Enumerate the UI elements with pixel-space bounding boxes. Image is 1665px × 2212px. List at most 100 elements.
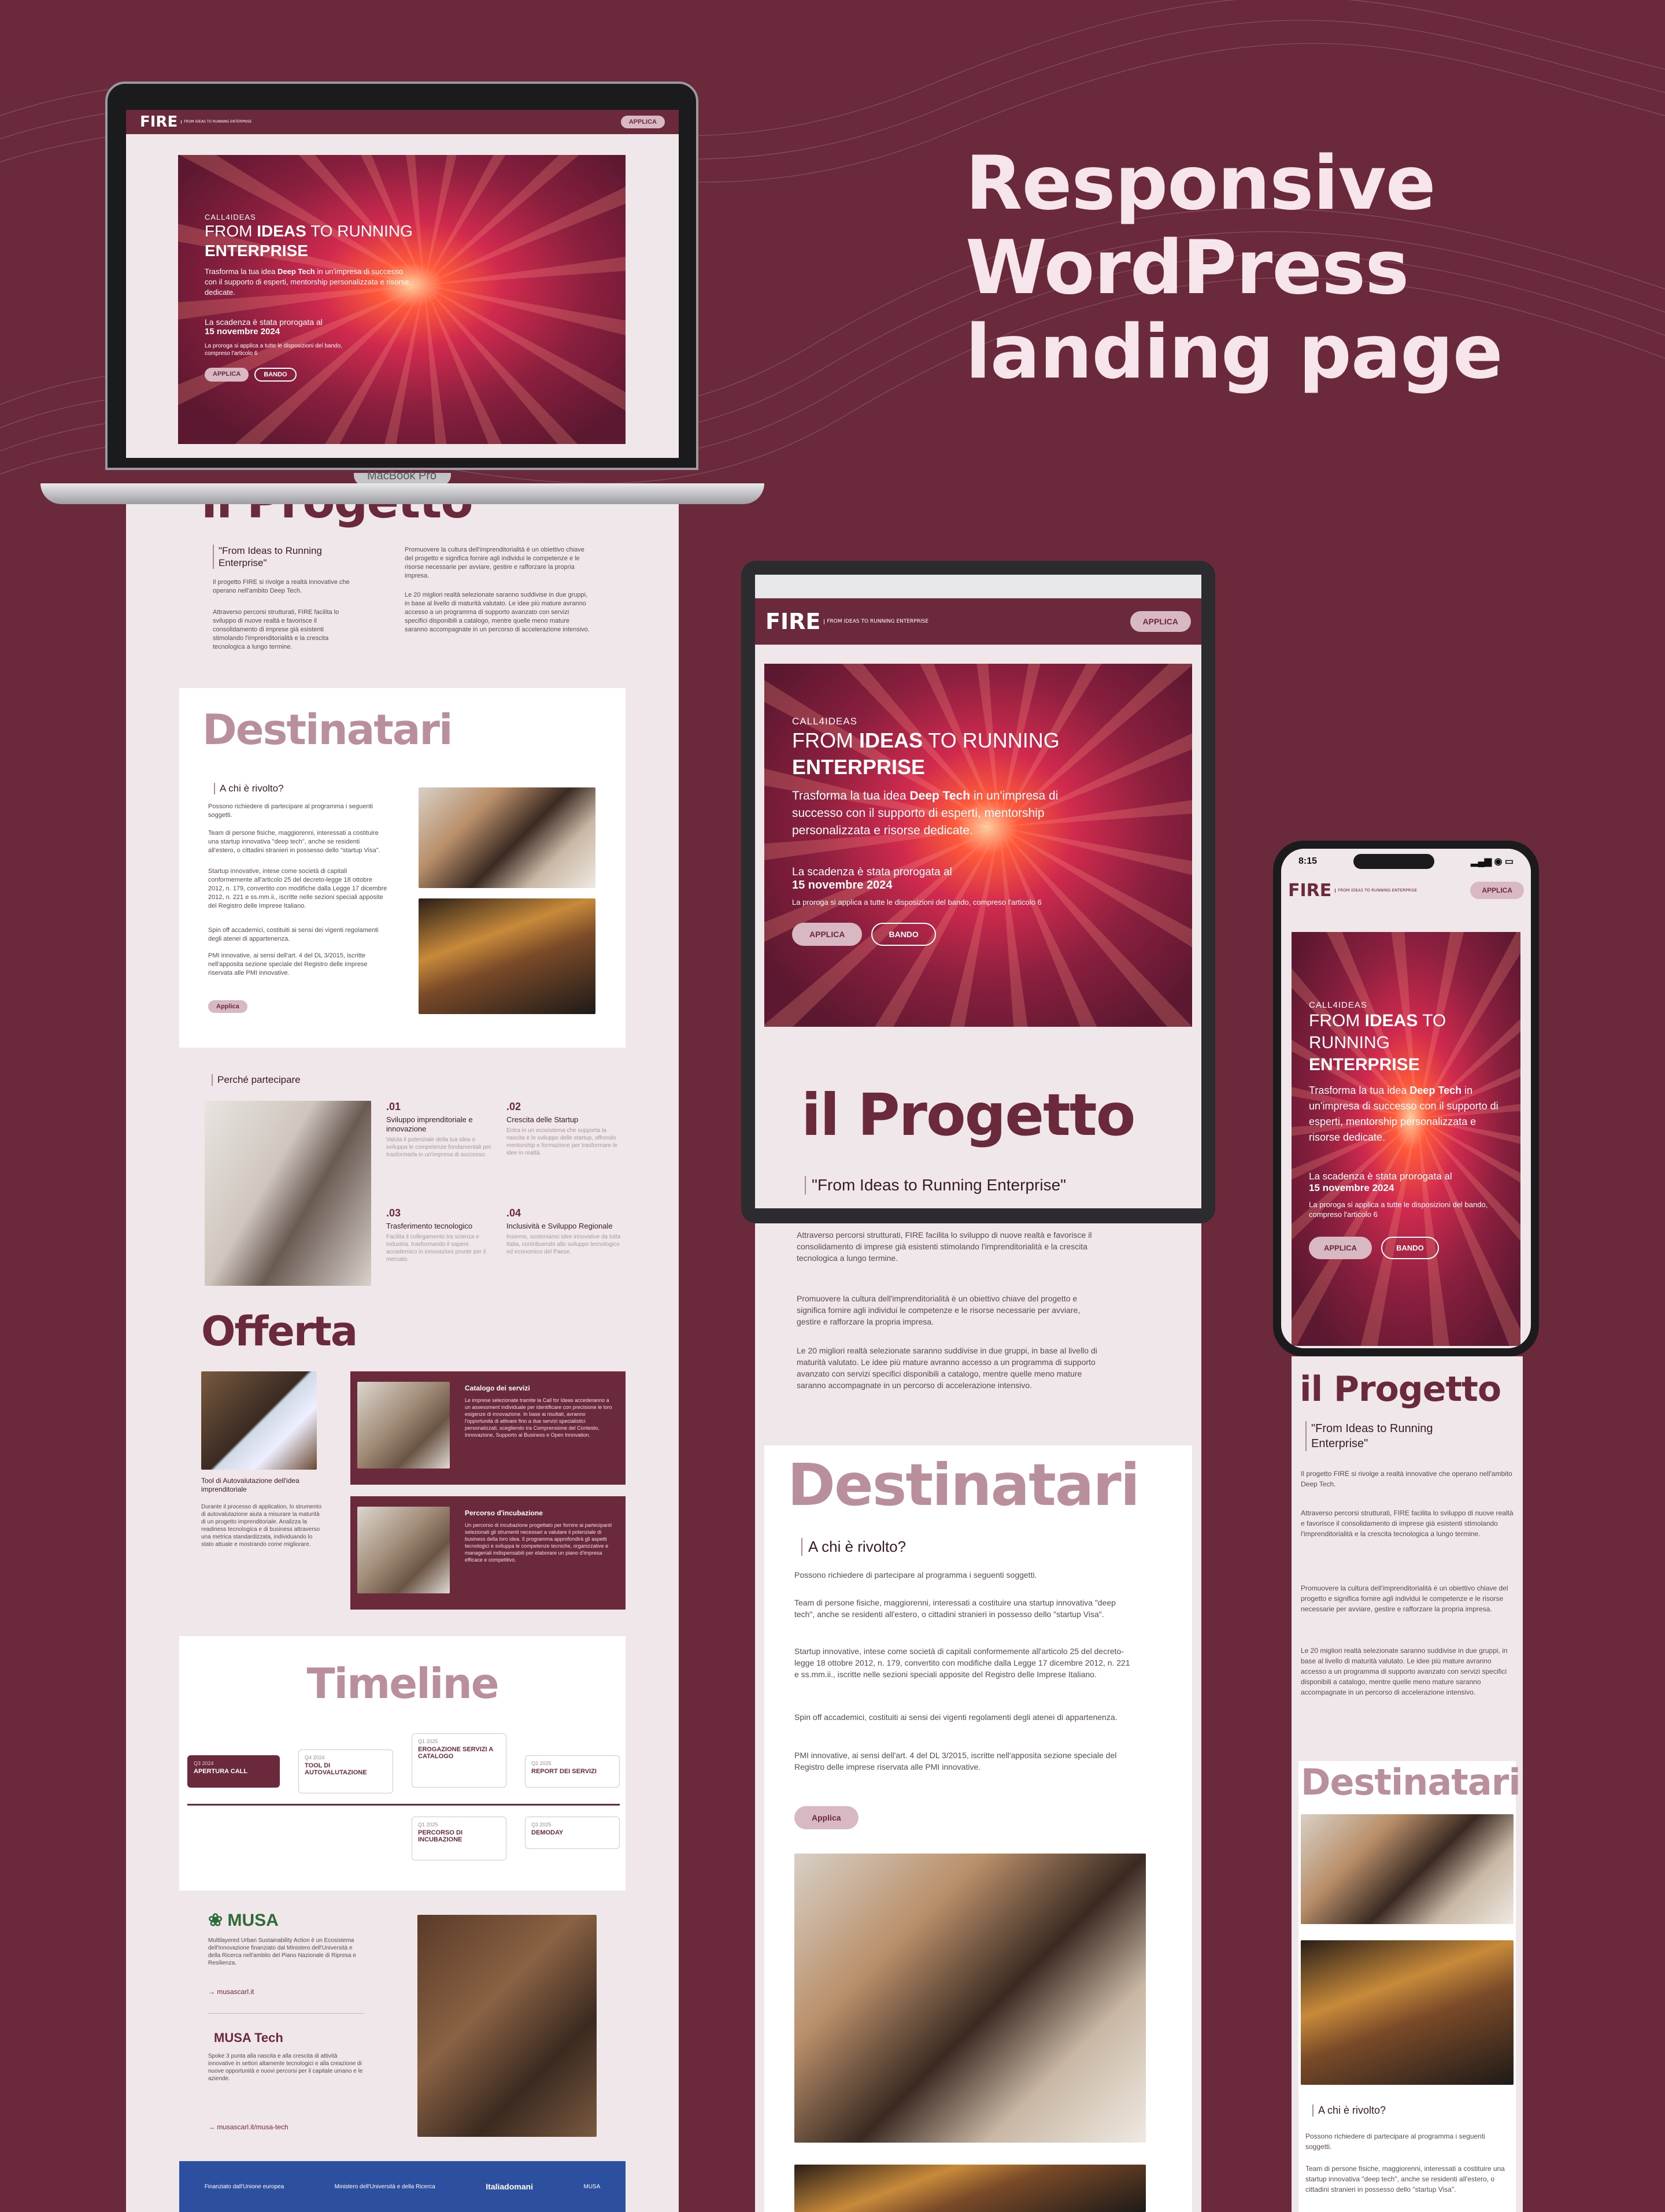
fire-logo[interactable]: FIRE FROM IDEAS TO RUNNING ENTERPRISE (140, 113, 251, 131)
fire-logo[interactable]: FIRE FROM IDEAS TO RUNNING ENTERPRISE (765, 609, 928, 634)
catalogo-card[interactable]: Catalogo dei servizi Le imprese selezion… (350, 1371, 626, 1485)
musa-footer-logo: MUSA (583, 2183, 601, 2190)
destinatari-item: Team di persone fisiche, maggiorenni, in… (208, 830, 380, 854)
laptop-model-label: MacBook Pro (367, 469, 437, 482)
tablet-page-scroll: Attraverso percorsi strutturati, FIRE fa… (755, 1223, 1201, 2212)
progetto-p1: Il progetto FIRE si rivolge a realtà inn… (213, 579, 350, 594)
phone-screen: 8:15 ▂▄▆ ◉ ▭ FIRE FROM IDEAS TO RUNNING E… (1281, 849, 1531, 1348)
mur-logo: Ministero dell'Università e della Ricerc… (334, 2183, 435, 2190)
musa-logo[interactable]: ❀ MUSA (208, 1910, 279, 1930)
catalogo-description: Le imprese selezionate tramite la Call f… (465, 1397, 612, 1438)
team-meeting-photo (419, 787, 595, 888)
hero-apply-button[interactable]: APPLICA (1309, 1237, 1372, 1259)
laptop-work-photo (1301, 1940, 1514, 2085)
hero-bando-button[interactable]: BANDO (871, 923, 936, 946)
hero-banner: CALL4IDEAS FROM IDEAS TO RUNNING ENTERPR… (764, 664, 1192, 1027)
musa-tech-link[interactable]: → musascarl.it/musa-tech (208, 2123, 288, 2131)
timeline-item: Q4 2024 TOOL DI AUTOVALUTAZIONE (298, 1749, 393, 1793)
hero-note: La proroga si applica a tutte le disposi… (1309, 1200, 1488, 1219)
offerta-title: Offerta (201, 1308, 358, 1355)
hero-bando-button[interactable]: BANDO (1381, 1237, 1439, 1259)
nav-apply-button[interactable]: APPLICA (620, 116, 665, 128)
hero-banner: CALL4IDEAS FROM IDEAS TO RUNNING ENTERPR… (1292, 932, 1520, 1346)
progetto-p3: Promuovere la cultura dell'imprenditoria… (1301, 1584, 1508, 1613)
headline: Responsive WordPress landing page (965, 142, 1601, 395)
progetto-title: il Progetto (1300, 1369, 1501, 1410)
progetto-quote: "From Ideas to Running Enterprise" (1305, 1421, 1485, 1451)
destinatari-title: Destinatari (787, 1451, 1140, 1519)
desk-overhead-photo (417, 1915, 597, 2137)
fire-logo[interactable]: FIRE FROM IDEAS TO RUNNING ENTERPRISE (1288, 881, 1417, 901)
tool-description: Durante il processo di application, lo s… (201, 1504, 321, 1548)
hero-apply-button[interactable]: APPLICA (792, 923, 863, 946)
headline-line-1: Responsive (965, 140, 1436, 227)
progetto-title: il Progetto (201, 504, 473, 529)
timeline-item: Q3 2024 APERTURA CALL (187, 1755, 280, 1788)
laptop-work-photo (419, 898, 595, 1014)
destinatari-intro: Possono richiedere di partecipare al pro… (1305, 2132, 1485, 2151)
hero-deadline: La scadenza è stata prorogata al (792, 866, 952, 878)
progetto-quote: "From Ideas to Running Enterprise" (213, 545, 346, 569)
destinatari-item: Team di persone fisiche, maggiorenni, in… (1305, 2165, 1505, 2193)
destinatari-question: A chi è rivolto? (214, 783, 284, 794)
italiadomani-logo: Italiadomani (486, 2182, 533, 2191)
progetto-p2: Attraverso percorsi strutturati, FIRE fa… (213, 609, 339, 650)
hero-apply-button[interactable]: APPLICA (205, 368, 249, 382)
timeline-axis (187, 1804, 620, 1806)
perche-item: .03 Trasferimento tecnologico Facilita i… (386, 1207, 486, 1263)
incubazione-card[interactable]: Percorso d'incubazione Un percorso di in… (350, 1496, 626, 1610)
hero-deadline-date: 15 novembre 2024 (205, 327, 280, 336)
progetto-p2: Attraverso percorsi strutturati, FIRE fa… (1301, 1509, 1514, 1538)
destinatari-intro: Possono richiedere di partecipare al pro… (794, 1570, 1037, 1580)
funding-logos-bar: Finanziato dall'Unione europea Ministero… (179, 2161, 626, 2212)
timeline-item: Q1 2025 PERCORSO DI INCUBAZIONE (412, 1817, 506, 1860)
destinatari-item: Team di persone fisiche, maggiorenni, in… (794, 1598, 1116, 1619)
woman-laptop-photo (205, 1101, 371, 1286)
progetto-p4: Le 20 migliori realtà selezionate sarann… (405, 591, 590, 633)
musa-tech-logo[interactable]: MUSA Tech (214, 2030, 283, 2045)
musa-link[interactable]: → musascarl.it (208, 1988, 254, 1996)
desktop-page-scroll: il Progetto "From Ideas to Running Enter… (126, 504, 679, 2212)
destinatari-item: Spin off accademici, costituiti ai sensi… (794, 1712, 1118, 1722)
tablet-screen: FIRE FROM IDEAS TO RUNNING ENTERPRISE APP… (755, 575, 1201, 1208)
timeline-item: Q1 2025 EROGAZIONE SERVIZI A CATALOGO (412, 1733, 506, 1788)
progetto-quote: "From Ideas to Running Enterprise" (805, 1176, 1066, 1194)
incubazione-title: Percorso d'incubazione (465, 1509, 543, 1517)
destinatari-item: PMI innovative, ai sensi dell'art. 4 del… (208, 952, 368, 976)
hero-title: FROM IDEAS TO RUNNING ENTERPRISE (792, 728, 1060, 779)
laptop-work-photo (794, 2165, 1146, 2212)
laptop-screen: FIRE FROM IDEAS TO RUNNING ENTERPRISE APP… (126, 110, 679, 458)
laptop-navbar: FIRE FROM IDEAS TO RUNNING ENTERPRISE APP… (126, 110, 679, 134)
progetto-p4: Le 20 migliori realtà selezionate sarann… (1301, 1647, 1508, 1696)
laptop-base (40, 483, 764, 504)
destinatari-intro: Possono richiedere di partecipare al pro… (208, 803, 373, 819)
destinatari-title: Destinatari (1301, 1761, 1521, 1803)
destinatari-item: Spin off accademici, costituiti ai sensi… (208, 927, 379, 942)
hero-deadline-date: 15 novembre 2024 (1309, 1182, 1394, 1193)
perche-item: .04 Inclusività e Sviluppo Regionale Ins… (506, 1207, 621, 1255)
catalogo-title: Catalogo dei servizi (465, 1384, 530, 1392)
progetto-p4: Le 20 migliori realtà selezionate sarann… (797, 1346, 1097, 1390)
phone-time: 8:15 (1298, 856, 1318, 866)
hero-note: La proroga si applica a tutte le disposi… (792, 898, 1042, 907)
hero-bando-button[interactable]: BANDO (254, 368, 297, 382)
nav-apply-button[interactable]: APPLICA (1470, 882, 1524, 899)
musa-description: Multilayered Urban Sustainability Action… (208, 1937, 356, 1966)
self-assessment-photo (201, 1371, 317, 1470)
tablet-navbar: FIRE FROM IDEAS TO RUNNING ENTERPRISE APP… (755, 598, 1201, 645)
destinatari-question: A chi è rivolto? (801, 1538, 906, 1556)
hero-kicker: CALL4IDEAS (792, 716, 857, 727)
timeline-item: Q3 2025 DEMODAY (525, 1817, 620, 1849)
headline-line-3: landing page (965, 309, 1503, 395)
headline-line-2: WordPress (965, 225, 1409, 311)
hero-deadline: La scadenza è stata prorogata al (205, 317, 323, 327)
phone-notch (1353, 854, 1435, 869)
hero-kicker: CALL4IDEAS (205, 213, 256, 221)
progetto-p1: Il progetto FIRE si rivolge a realtà inn… (1301, 1470, 1512, 1488)
progetto-p3: Promuovere la cultura dell'imprenditoria… (797, 1294, 1081, 1326)
hero-kicker: CALL4IDEAS (1309, 1000, 1367, 1010)
destinatari-apply-button[interactable]: Applica (208, 1000, 247, 1013)
nav-apply-button[interactable]: APPLICA (1130, 611, 1191, 632)
destinatari-apply-button[interactable]: Applica (794, 1806, 859, 1829)
progetto-title: il Progetto (801, 1081, 1135, 1149)
